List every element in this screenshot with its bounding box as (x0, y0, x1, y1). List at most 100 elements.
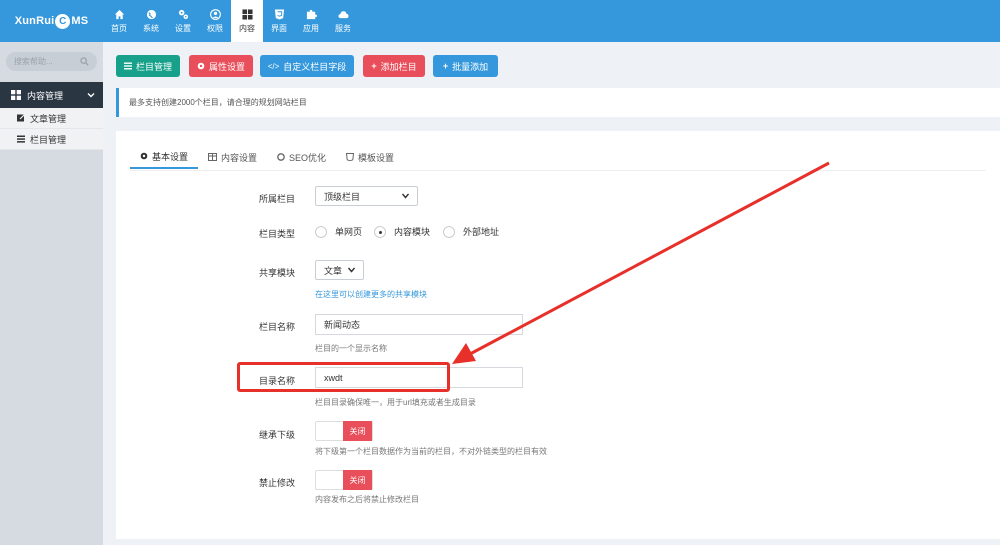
tab-label: 基本设置 (152, 151, 189, 162)
code-icon: </> (267, 61, 280, 71)
tab-bar: 基本设置 内容设置 SEO优化 模板设置 (130, 145, 404, 169)
tab-label: 内容设置 (221, 152, 258, 163)
column-type-label: 栏目类型 (259, 229, 296, 239)
nav-item-home[interactable]: 首页 (103, 0, 135, 42)
chevron-down-icon (348, 267, 355, 273)
html5-icon (346, 153, 355, 161)
radio-circle (315, 225, 327, 238)
nav-label: 首页 (111, 23, 127, 33)
notice-text: 最多支持创建2000个栏目，请合理的规划网站栏目 (129, 98, 307, 107)
radio-circle-checked (374, 225, 386, 238)
lock-help: 内容发布之后将禁止修改栏目 (315, 495, 419, 504)
form-panel: 基本设置 内容设置 SEO优化 模板设置 (116, 131, 1000, 539)
nav-item-settings[interactable]: 设置 (167, 0, 199, 42)
nav-item-content[interactable]: 内容 (231, 0, 263, 42)
cogs-icon (178, 9, 188, 19)
inherit-help: 将下级第一个栏目数据作为当前的栏目，不对外链类型的栏目有效 (315, 447, 547, 456)
list-icon (17, 135, 25, 143)
tab-seo[interactable]: SEO优化 (267, 145, 336, 169)
nav-label: 权限 (207, 23, 223, 33)
chevron-down-icon (87, 93, 95, 98)
list-icon (123, 62, 132, 70)
html5-icon (274, 8, 284, 20)
nav-item-system[interactable]: 系统 (135, 0, 167, 42)
add-column-button[interactable]: + 添加栏目 (363, 55, 425, 77)
plus-icon: + (371, 61, 377, 71)
button-label: 属性设置 (208, 61, 245, 72)
user-icon (209, 8, 221, 20)
nav-item-interface[interactable]: 界面 (263, 0, 295, 42)
button-label: 批量添加 (452, 61, 489, 72)
search-placeholder: 搜索帮助... (14, 57, 53, 66)
column-name-label: 栏目名称 (259, 322, 296, 332)
edit-icon (17, 114, 25, 122)
radio-single-page[interactable]: 单网页 (315, 225, 362, 238)
globe-icon (146, 9, 156, 19)
toggle-state: 关闭 (343, 421, 372, 441)
create-module-link[interactable]: 在这里可以创建更多的共享模块 (315, 289, 427, 300)
cloud-icon (337, 10, 349, 18)
sidebar-item-label: 栏目管理 (30, 134, 67, 145)
inherit-toggle[interactable]: 关闭 (315, 421, 373, 441)
column-name-help: 栏目的一个显示名称 (315, 344, 387, 353)
shared-module-label: 共享模块 (259, 268, 296, 278)
nav-label: 设置 (175, 23, 191, 33)
sidebar-item-content-manage[interactable]: 内容管理 (0, 82, 103, 108)
column-name-input[interactable]: 新闻动态 (315, 314, 523, 335)
nav-label: 应用 (303, 23, 319, 33)
sidebar-item-article[interactable]: 文章管理 (0, 108, 103, 129)
tab-divider (130, 170, 986, 171)
nav-label: 内容 (239, 23, 255, 33)
batch-add-button[interactable]: + 批量添加 (433, 55, 498, 77)
highlight-box (237, 362, 450, 392)
logo-text-left: XunRui (14, 15, 55, 27)
gear-icon (197, 62, 205, 70)
shared-module-select[interactable]: 文章 (315, 260, 364, 280)
lock-label: 禁止修改 (259, 478, 296, 488)
nav-label: 系统 (143, 23, 159, 33)
shared-module-value: 文章 (324, 265, 343, 276)
grid-icon (11, 90, 21, 100)
plus-icon: + (442, 61, 449, 71)
toggle-state: 关闭 (343, 470, 372, 490)
nav-label: 服务 (335, 23, 351, 33)
radio-external-url[interactable]: 外部地址 (443, 225, 499, 238)
puzzle-icon (306, 9, 317, 19)
parent-column-select[interactable]: 顶级栏目 (315, 186, 418, 206)
lock-toggle[interactable]: 关闭 (315, 470, 373, 490)
inherit-label: 继承下级 (259, 430, 296, 440)
grid-icon (241, 8, 253, 20)
sidebar-item-label: 内容管理 (27, 90, 64, 101)
tab-label: SEO优化 (289, 152, 327, 163)
radio-label: 内容模块 (394, 227, 431, 237)
sidebar-search[interactable]: 搜索帮助... (6, 52, 97, 71)
button-label: 栏目管理 (135, 61, 172, 72)
home-icon (114, 9, 124, 19)
custom-field-button[interactable]: </> 自定义栏目字段 (260, 55, 354, 77)
radio-label: 单网页 (335, 227, 363, 237)
tab-label: 模板设置 (358, 152, 395, 163)
logo-text-right: MS (71, 15, 89, 27)
nav-item-apps[interactable]: 应用 (295, 0, 327, 42)
sidebar-item-label: 文章管理 (30, 113, 67, 124)
internet-explorer-icon (277, 153, 285, 161)
tab-template[interactable]: 模板设置 (336, 145, 404, 169)
gear-icon (140, 152, 148, 160)
attribute-settings-button[interactable]: 属性设置 (189, 55, 253, 77)
nav-item-permission[interactable]: 权限 (199, 0, 231, 42)
table-icon (208, 153, 218, 161)
column-name-value: 新闻动态 (324, 320, 361, 330)
tab-content-settings[interactable]: 内容设置 (198, 145, 267, 169)
logo[interactable]: XunRui C MS (0, 0, 103, 42)
radio-content-module[interactable]: 内容模块 (374, 225, 430, 238)
radio-circle (443, 225, 455, 238)
tab-basic-settings[interactable]: 基本设置 (130, 145, 199, 169)
nav-label: 界面 (271, 23, 287, 33)
column-manage-button[interactable]: 栏目管理 (116, 55, 180, 77)
chevron-down-icon (402, 193, 409, 199)
search-icon (80, 57, 89, 66)
sidebar-item-column[interactable]: 栏目管理 (0, 129, 103, 150)
nav-item-service[interactable]: 服务 (327, 0, 359, 42)
main-nav: 首页 系统 设置 权限 内容 界面 应用 服务 (103, 0, 359, 42)
logo-c-badge: C (55, 13, 71, 29)
